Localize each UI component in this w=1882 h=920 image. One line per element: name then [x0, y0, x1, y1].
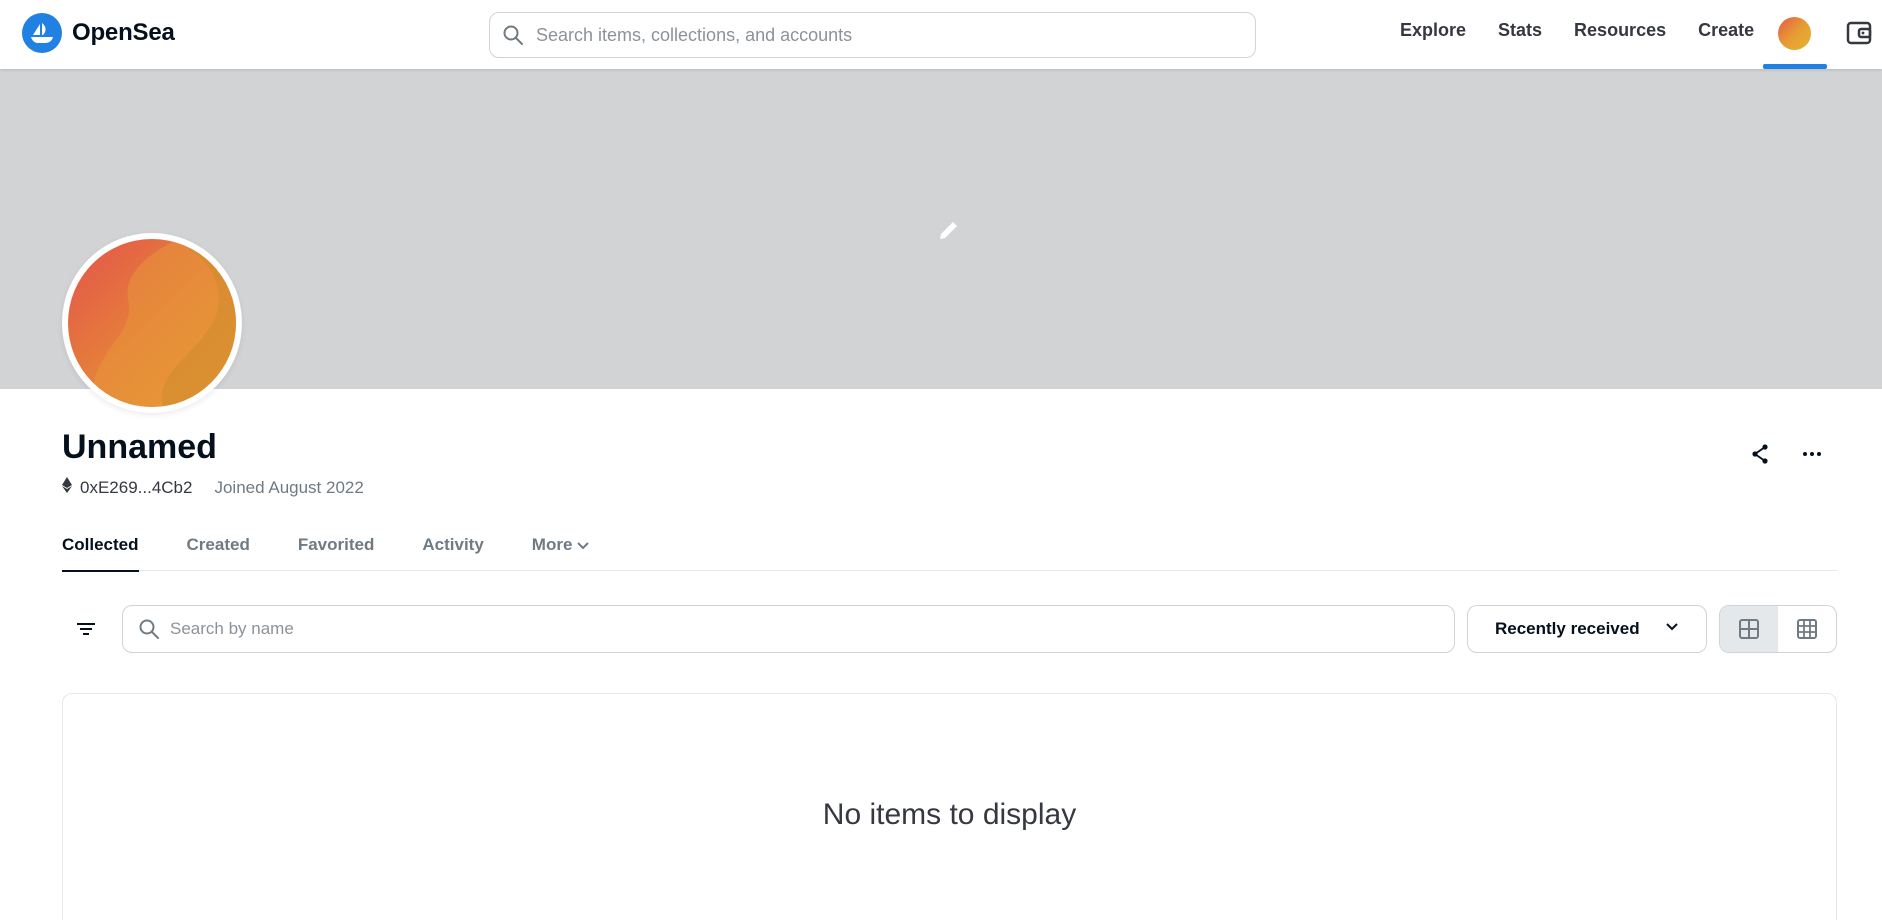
profile-meta: 0xE269...4Cb2 Joined August 2022 — [62, 477, 364, 498]
logo[interactable]: OpenSea — [22, 13, 175, 53]
tab-label: Activity — [422, 535, 484, 554]
nav-create[interactable]: Create — [1698, 20, 1754, 41]
tab-label: Created — [186, 535, 250, 554]
wallet-address[interactable]: 0xE269...4Cb2 — [80, 478, 192, 498]
sort-dropdown[interactable]: Recently received — [1467, 605, 1707, 653]
top-header: OpenSea Explore Stats Resources Create — [0, 0, 1882, 69]
tab-created[interactable]: Created — [187, 535, 250, 571]
tab-activity[interactable]: Activity — [422, 535, 483, 571]
grid-large-icon[interactable] — [1720, 606, 1778, 652]
filter-icon[interactable] — [74, 617, 98, 641]
tab-favorited[interactable]: Favorited — [298, 535, 375, 571]
global-search[interactable] — [489, 12, 1256, 58]
profile-avatar[interactable] — [62, 233, 242, 413]
more-dots-icon[interactable] — [1800, 442, 1824, 471]
tab-more[interactable]: More — [532, 535, 591, 571]
nav-explore[interactable]: Explore — [1400, 20, 1466, 41]
view-toggle — [1719, 605, 1837, 653]
tab-label: Favorited — [297, 535, 375, 554]
ethereum-icon — [62, 477, 72, 498]
global-search-input[interactable] — [536, 24, 1255, 46]
profile-name: Unnamed — [62, 428, 217, 466]
name-search[interactable] — [122, 605, 1455, 653]
chevron-down-icon — [576, 538, 590, 558]
nav-resources[interactable]: Resources — [1574, 20, 1666, 41]
tab-label: More — [531, 535, 573, 554]
profile-tabs: Collected Created Favorited Activity Mor… — [62, 535, 1837, 572]
pencil-icon[interactable] — [936, 217, 962, 248]
profile-banner[interactable] — [0, 69, 1882, 389]
logo-text: OpenSea — [72, 19, 175, 46]
items-panel: No items to display — [62, 693, 1837, 920]
share-icon[interactable] — [1748, 442, 1772, 471]
account-avatar[interactable] — [1778, 17, 1811, 50]
search-icon — [502, 24, 524, 51]
wallet-icon[interactable] — [1845, 18, 1875, 48]
empty-message: No items to display — [822, 798, 1077, 831]
search-icon — [138, 618, 160, 645]
joined-date: Joined August 2022 — [214, 477, 364, 497]
profile-avatar-image — [68, 239, 236, 407]
sort-label: Recently received — [1495, 619, 1640, 638]
nav-stats[interactable]: Stats — [1498, 20, 1542, 41]
name-search-input[interactable] — [170, 619, 1454, 639]
tab-collected[interactable]: Collected — [62, 535, 139, 572]
chevron-down-icon — [1664, 619, 1680, 640]
grid-small-icon[interactable] — [1778, 606, 1836, 652]
opensea-ship-icon — [22, 13, 62, 53]
main-nav: Explore Stats Resources Create — [1400, 20, 1754, 41]
active-indicator — [1763, 64, 1827, 69]
tab-label: Collected — [62, 535, 139, 554]
